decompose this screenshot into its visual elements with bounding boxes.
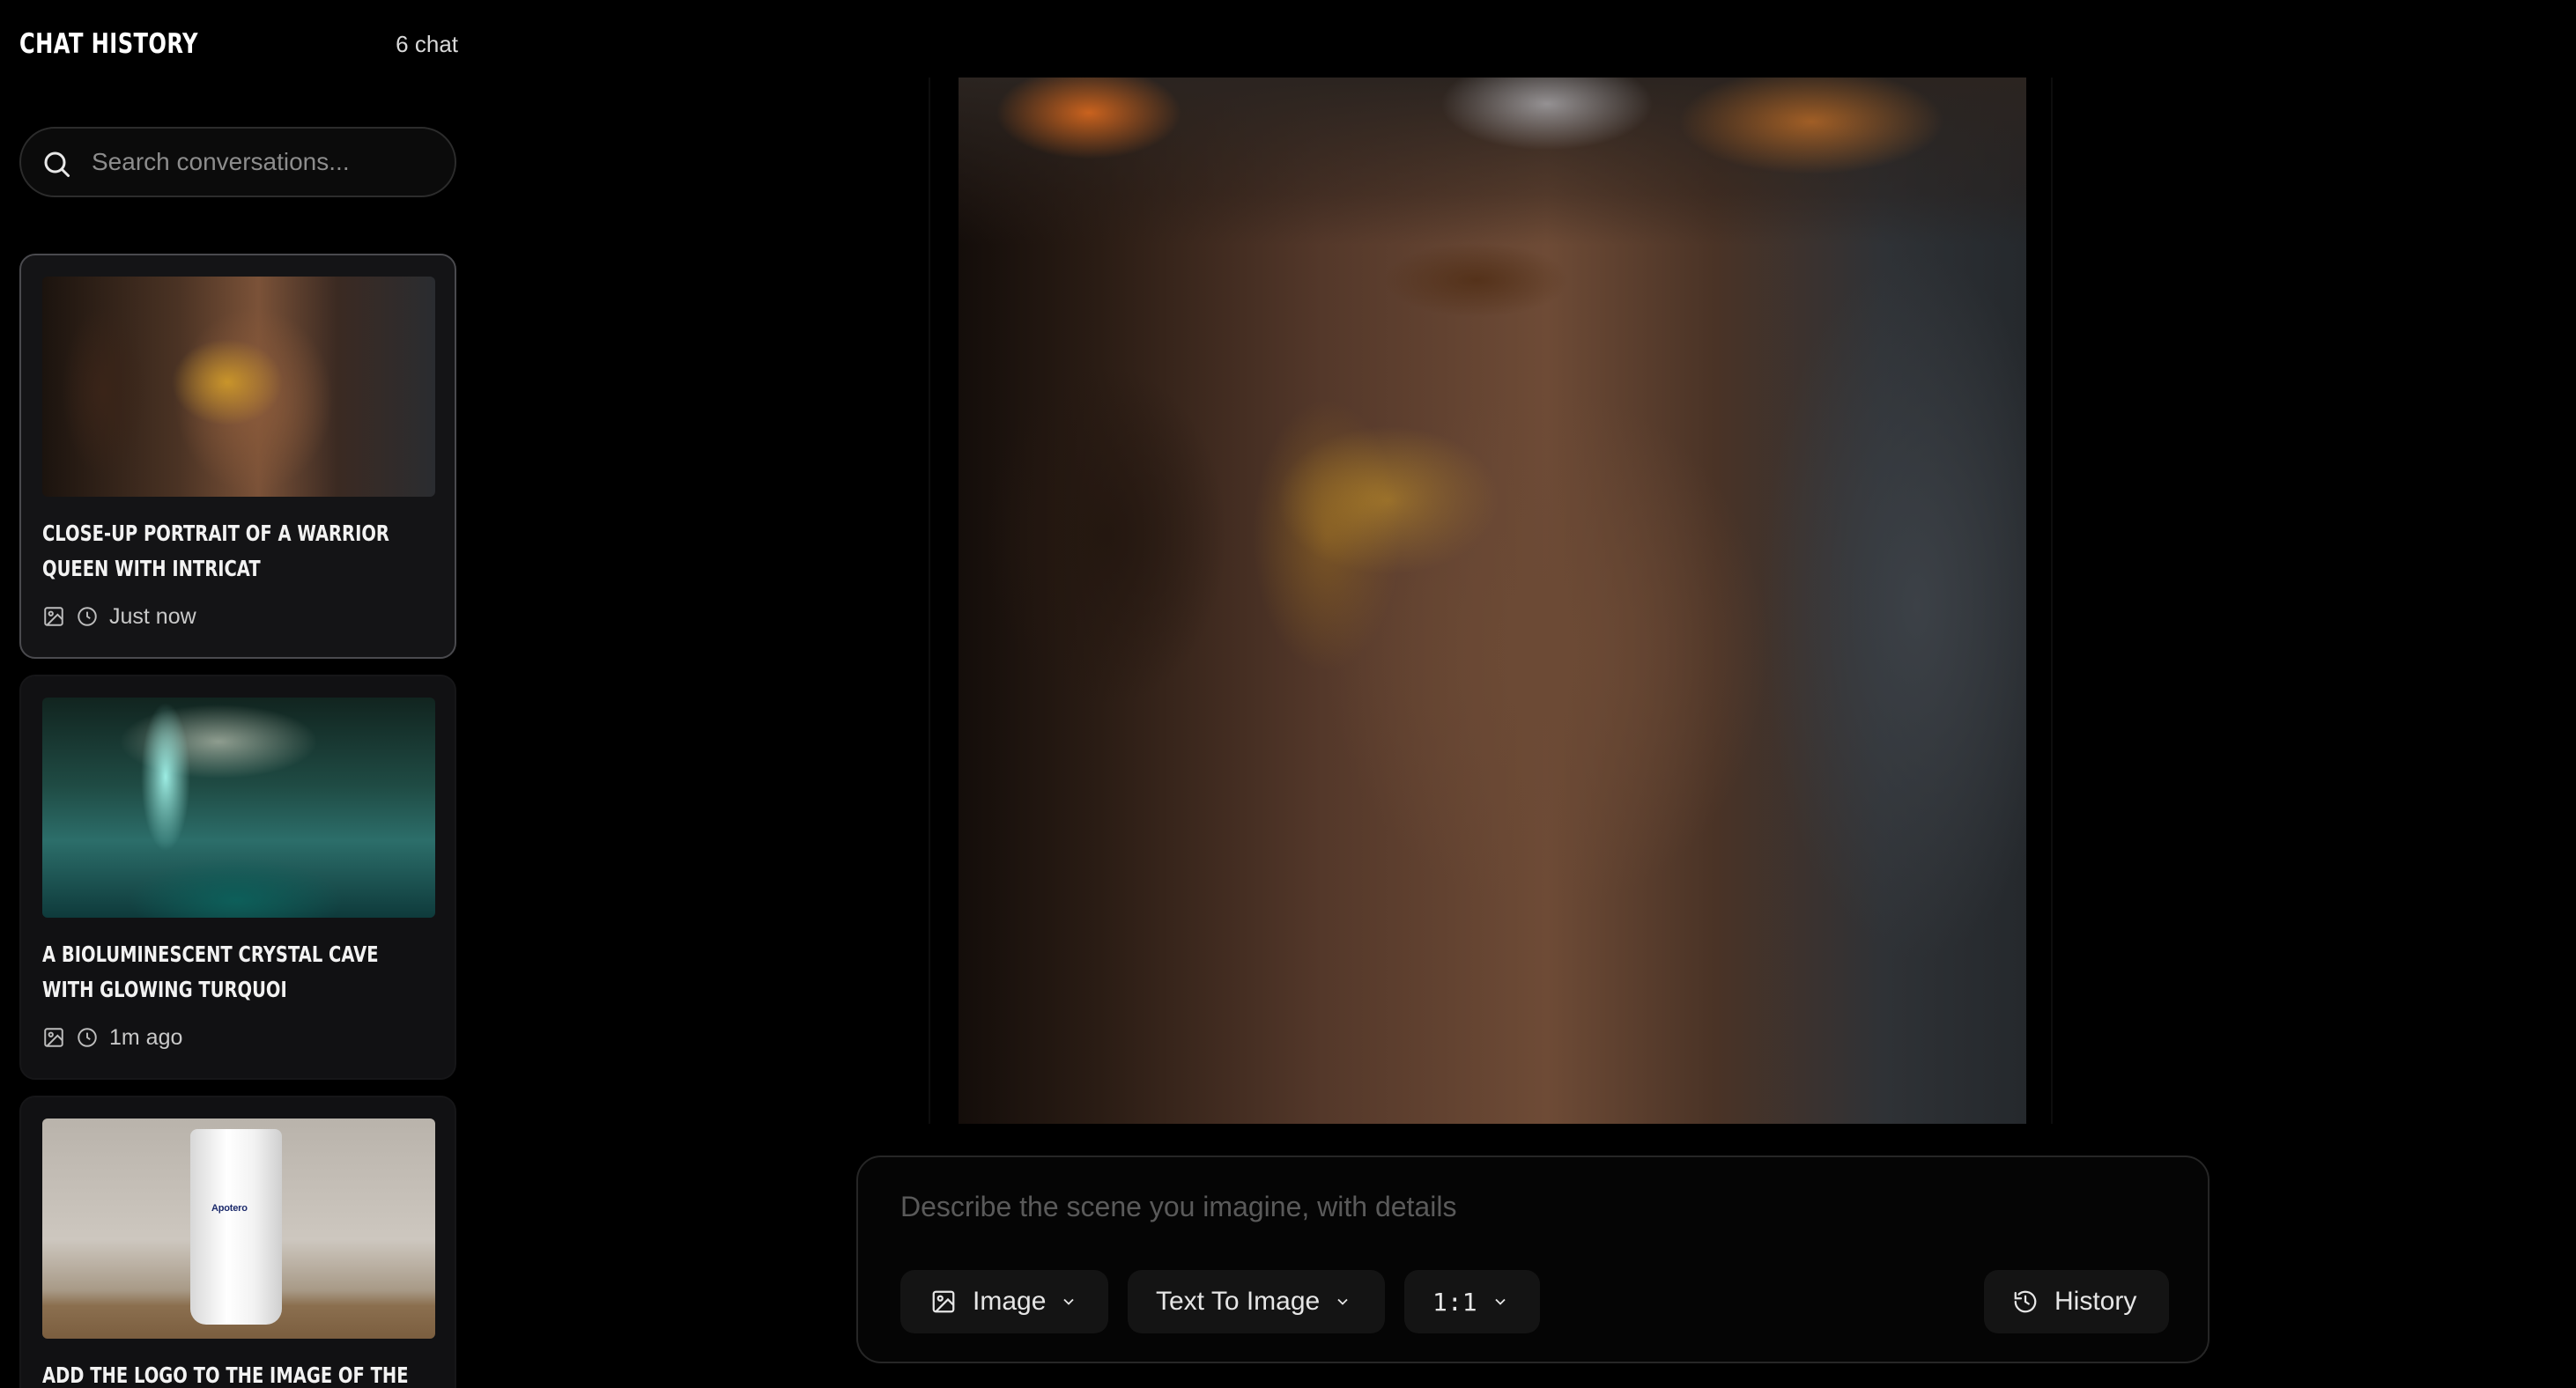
history-label: History (2054, 1287, 2137, 1316)
sidebar-title: CHAT HISTORY (19, 28, 198, 60)
image-frame-right (2026, 78, 2051, 1124)
image-content (930, 78, 2051, 1124)
chat-item-meta: 1m ago (42, 1022, 182, 1053)
image-frame-left (930, 78, 959, 1124)
chat-history-sidebar: CHAT HISTORY 6 chat CLOSE-UP PORTRAIT OF… (0, 0, 476, 1388)
app-root: CHAT HISTORY 6 chat CLOSE-UP PORTRAIT OF… (0, 0, 2576, 1388)
search-input[interactable] (92, 129, 444, 196)
chevron-down-icon (1494, 1298, 1506, 1305)
prompt-input[interactable] (900, 1182, 2134, 1231)
chat-item-meta: Just now (42, 601, 196, 632)
aspect-ratio-label: 1:1 (1432, 1287, 1477, 1317)
chat-thumbnail (42, 277, 435, 497)
chat-item-logo-product[interactable]: Apotero ADD THE LOGO TO THE IMAGE OF THE (19, 1096, 456, 1388)
prompt-composer: Image Text To Image 1:1 History (856, 1155, 2210, 1363)
clock-icon (78, 607, 97, 626)
mode-label: Image (973, 1287, 1047, 1316)
chat-thumbnail: Apotero (42, 1119, 435, 1339)
mode-dropdown[interactable]: Image (900, 1270, 1108, 1333)
generation-type-dropdown[interactable]: Text To Image (1128, 1270, 1385, 1333)
search-box[interactable] (19, 127, 456, 197)
clock-icon (78, 1028, 97, 1047)
chevron-down-icon (1063, 1298, 1075, 1305)
chat-item-title: CLOSE-UP PORTRAIT OF A WARRIOR QUEEN WIT… (42, 520, 389, 581)
crown-detail (930, 78, 2051, 245)
product-logo: Apotero (211, 1203, 248, 1214)
chat-count: 6 chat (396, 31, 458, 57)
aspect-ratio-dropdown[interactable]: 1:1 (1404, 1270, 1540, 1333)
chat-item-crystal-cave[interactable]: A BIOLUMINESCENT CRYSTAL CAVE WITH GLOWI… (19, 675, 456, 1080)
chat-item-title: A BIOLUMINESCENT CRYSTAL CAVE WITH GLOWI… (42, 941, 379, 1002)
image-icon (44, 1028, 63, 1047)
image-icon (932, 1290, 955, 1313)
chat-item-time: Just now (109, 603, 196, 629)
product-tube (190, 1129, 282, 1325)
sidebar-header: CHAT HISTORY 6 chat (19, 25, 458, 63)
history-icon (2014, 1290, 2037, 1313)
chat-item-warrior-queen[interactable]: CLOSE-UP PORTRAIT OF A WARRIOR QUEEN WIT… (19, 254, 456, 659)
history-button[interactable]: History (1984, 1270, 2169, 1333)
search-icon (44, 151, 70, 177)
chat-item-time: 1m ago (109, 1024, 183, 1050)
chevron-down-icon (1337, 1298, 1348, 1305)
generation-type-label: Text To Image (1156, 1287, 1321, 1316)
chat-thumbnail (42, 698, 435, 918)
generated-image[interactable] (929, 78, 2053, 1124)
image-icon (44, 607, 63, 626)
chat-item-title: ADD THE LOGO TO THE IMAGE OF THE (42, 1362, 409, 1388)
